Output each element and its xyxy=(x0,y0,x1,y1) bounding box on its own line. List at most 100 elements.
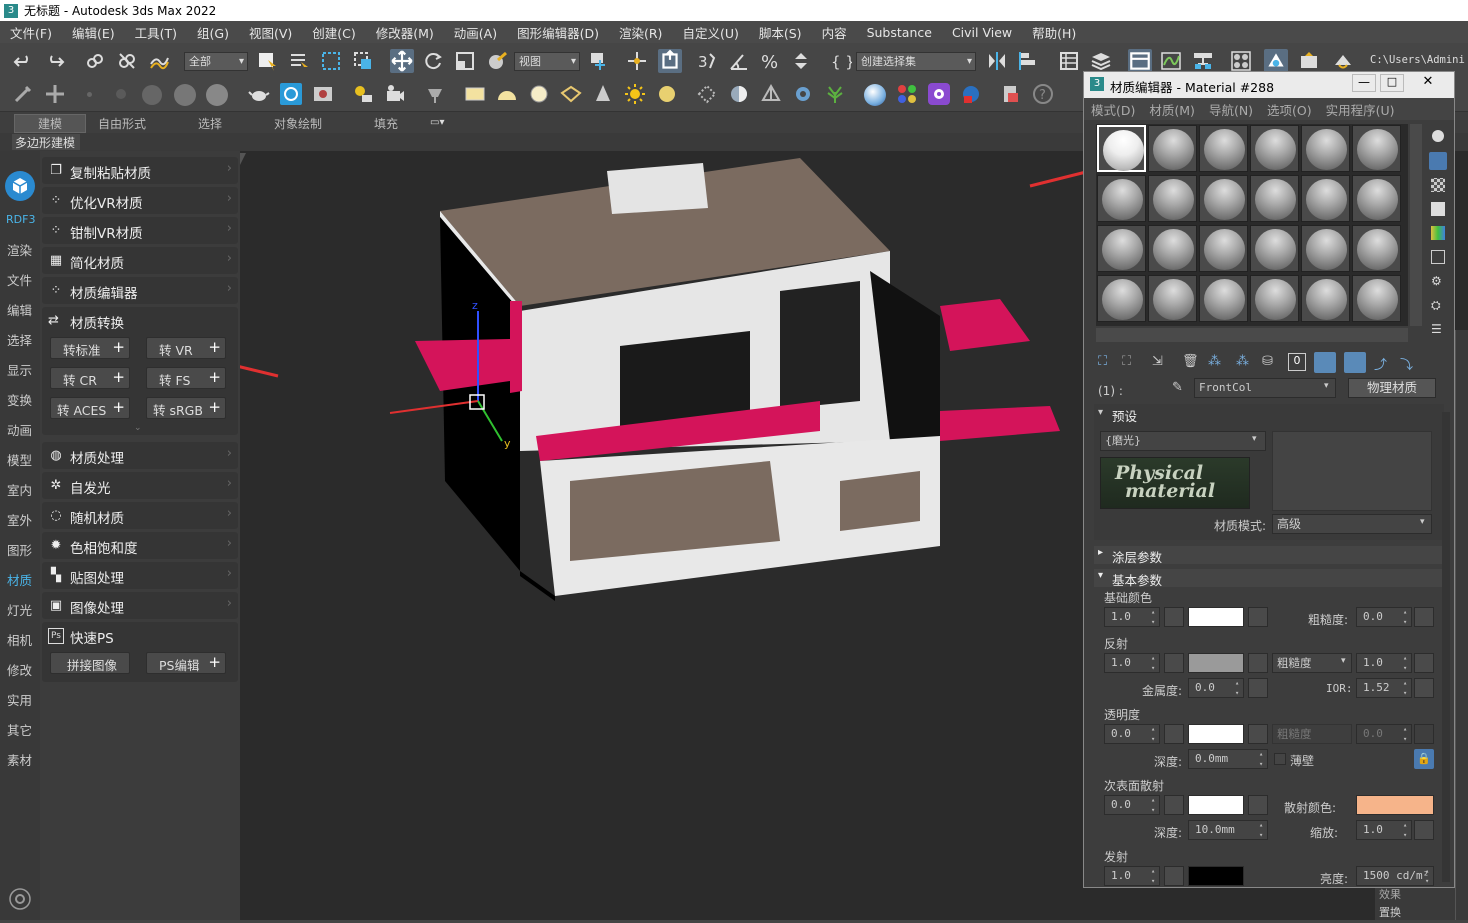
metalness-map-button[interactable] xyxy=(1248,678,1268,698)
get-material-icon[interactable]: ⛶ xyxy=(1098,354,1107,369)
mirror-icon[interactable] xyxy=(986,50,1008,72)
optimize-vr-material-button[interactable]: ⁘ 优化VR材质 › xyxy=(42,187,238,214)
vray-sphere-icon[interactable] xyxy=(864,84,886,106)
sample-slot[interactable] xyxy=(1148,175,1197,222)
link-icon[interactable] xyxy=(84,50,106,72)
reference-coord-dropdown[interactable]: 视图 xyxy=(514,52,580,71)
sample-slot[interactable] xyxy=(1250,175,1299,222)
sss-weight-map-button[interactable] xyxy=(1164,795,1184,815)
cross-icon[interactable] xyxy=(44,83,66,105)
preset-dropdown[interactable]: {磨光} xyxy=(1100,431,1266,451)
me-menu-material[interactable]: 材质(M) xyxy=(1142,100,1202,119)
clamp-vr-material-button[interactable]: ⁘ 钳制VR材质 › xyxy=(42,217,238,244)
named-selection-dropdown[interactable]: 创建选择集 xyxy=(856,52,976,71)
reflection-color-map-button[interactable] xyxy=(1248,653,1268,673)
self-illumination-button[interactable]: ✲ 自发光 › xyxy=(42,472,238,499)
rectangular-selection-icon[interactable] xyxy=(320,50,342,72)
toggle-ribbon-icon[interactable] xyxy=(1128,49,1152,73)
sample-type-icon[interactable] xyxy=(1432,130,1444,142)
sample-slot[interactable] xyxy=(1301,125,1350,172)
sample-slot[interactable] xyxy=(1199,175,1248,222)
reflection-roughness-spinner[interactable]: 1.0 xyxy=(1356,653,1412,673)
close-button[interactable]: ✕ xyxy=(1408,74,1448,92)
select-object-icon[interactable] xyxy=(256,50,278,72)
menu-graph-editors[interactable]: 图形编辑器(D) xyxy=(507,23,609,42)
edit-named-selection-icon[interactable]: { } xyxy=(830,50,852,72)
menu-file[interactable]: 文件(F) xyxy=(0,23,62,42)
base-roughness-map-button[interactable] xyxy=(1414,607,1434,627)
make-copy-icon[interactable]: ⁂ xyxy=(1208,354,1221,369)
ior-spinner[interactable]: 1.52 xyxy=(1356,678,1412,698)
vray-frame-buffer-icon[interactable] xyxy=(280,83,302,105)
menu-group[interactable]: 组(G) xyxy=(187,23,239,42)
metalness-spinner[interactable]: 0.0 xyxy=(1188,678,1244,698)
settings-gear-icon[interactable] xyxy=(8,887,32,911)
menu-tools[interactable]: 工具(T) xyxy=(125,23,187,42)
sample-slot[interactable] xyxy=(1301,225,1350,272)
plane-light-icon[interactable] xyxy=(464,83,486,105)
plant-icon[interactable] xyxy=(824,83,846,105)
base-color-swatch[interactable] xyxy=(1188,607,1244,627)
sample-slot[interactable] xyxy=(1352,125,1401,172)
sample-slot[interactable] xyxy=(1097,175,1146,222)
sphere-gray-icon[interactable] xyxy=(174,84,196,106)
emission-weight-spinner[interactable]: 1.0 xyxy=(1104,866,1160,886)
menu-content[interactable]: 内容 xyxy=(812,23,857,42)
collapse-icon[interactable]: ▾ xyxy=(1098,407,1103,418)
undo-icon[interactable] xyxy=(12,50,34,72)
window-crossing-icon[interactable] xyxy=(352,50,374,72)
sample-slot[interactable] xyxy=(1301,275,1350,322)
sample-slot[interactable] xyxy=(1148,225,1197,272)
make-preview-icon[interactable] xyxy=(1431,250,1445,264)
copy-paste-material-button[interactable]: ❐ 复制粘贴材质 › xyxy=(42,157,238,184)
snaps-toggle-icon[interactable]: 3 xyxy=(696,50,718,72)
select-by-name-icon[interactable] xyxy=(288,50,310,72)
convert-srgb-button[interactable]: 转 sRGB + xyxy=(146,397,226,419)
menu-customize[interactable]: 自定义(U) xyxy=(672,23,748,42)
sample-slot[interactable] xyxy=(1301,175,1350,222)
fur-icon[interactable] xyxy=(696,83,718,105)
material-id-icon[interactable]: 0 xyxy=(1288,353,1306,371)
go-to-parent-icon[interactable]: ⤴ xyxy=(1374,354,1387,373)
slots-vertical-scrollbar[interactable] xyxy=(1410,124,1422,326)
convert-aces-button[interactable]: 转 ACES + xyxy=(50,397,130,419)
unlink-icon[interactable] xyxy=(116,50,138,72)
transparency-weight-map-button[interactable] xyxy=(1164,724,1184,744)
menu-substance[interactable]: Substance xyxy=(857,25,942,40)
menu-edit[interactable]: 编辑(E) xyxy=(62,23,125,42)
rotate-icon[interactable] xyxy=(422,50,444,72)
sss-depth-spinner[interactable]: 10.0mm xyxy=(1188,820,1268,840)
category-modify[interactable]: 修改 xyxy=(7,660,32,679)
options-icon[interactable]: ⚙ xyxy=(1431,274,1445,288)
backlight-icon[interactable] xyxy=(1429,152,1447,170)
material-name-dropdown-arrow[interactable]: ▾ xyxy=(1324,381,1329,391)
material-process-button[interactable]: ◍ 材质处理 › xyxy=(42,442,238,469)
render-picture-icon[interactable] xyxy=(312,83,334,105)
plugin-logo-icon[interactable] xyxy=(5,171,35,201)
sss-weight-spinner[interactable]: 0.0 xyxy=(1104,795,1160,815)
scatter-color-swatch[interactable] xyxy=(1356,795,1434,815)
tab-populate[interactable]: 填充 xyxy=(374,115,398,132)
transparency-weight-spinner[interactable]: 0.0 xyxy=(1104,724,1160,744)
base-roughness-spinner[interactable]: 0.0 xyxy=(1356,607,1412,627)
base-weight-spinner[interactable]: 1.0 xyxy=(1104,607,1160,627)
transparency-depth-spinner[interactable]: 0.0mm xyxy=(1188,749,1268,769)
category-display[interactable]: 显示 xyxy=(7,360,32,379)
ies-light-icon[interactable] xyxy=(656,83,678,105)
category-model[interactable]: 模型 xyxy=(7,450,32,469)
layer-explorer-icon[interactable] xyxy=(1090,50,1112,72)
collapse-chevron-icon[interactable]: ⌄ xyxy=(134,423,142,433)
tab-modeling-label[interactable]: 建模 xyxy=(38,115,62,132)
hue-saturation-button[interactable]: ✹ 色相饱和度 › xyxy=(42,532,238,559)
category-edit[interactable]: 编辑 xyxy=(7,300,32,319)
background-checker-icon[interactable] xyxy=(1431,178,1445,192)
presets-header[interactable]: 预设 xyxy=(1112,406,1137,425)
menu-animation[interactable]: 动画(A) xyxy=(444,23,507,42)
category-lights[interactable]: 灯光 xyxy=(7,600,32,619)
railclone-icon[interactable] xyxy=(960,83,982,105)
show-end-result-icon[interactable] xyxy=(1344,352,1366,373)
video-color-check-icon[interactable] xyxy=(1431,226,1445,240)
coating-params-rollout[interactable]: ▸ 涂层参数 xyxy=(1094,546,1442,565)
category-assets[interactable]: 素材 xyxy=(7,750,32,769)
sample-slot[interactable] xyxy=(1199,125,1248,172)
